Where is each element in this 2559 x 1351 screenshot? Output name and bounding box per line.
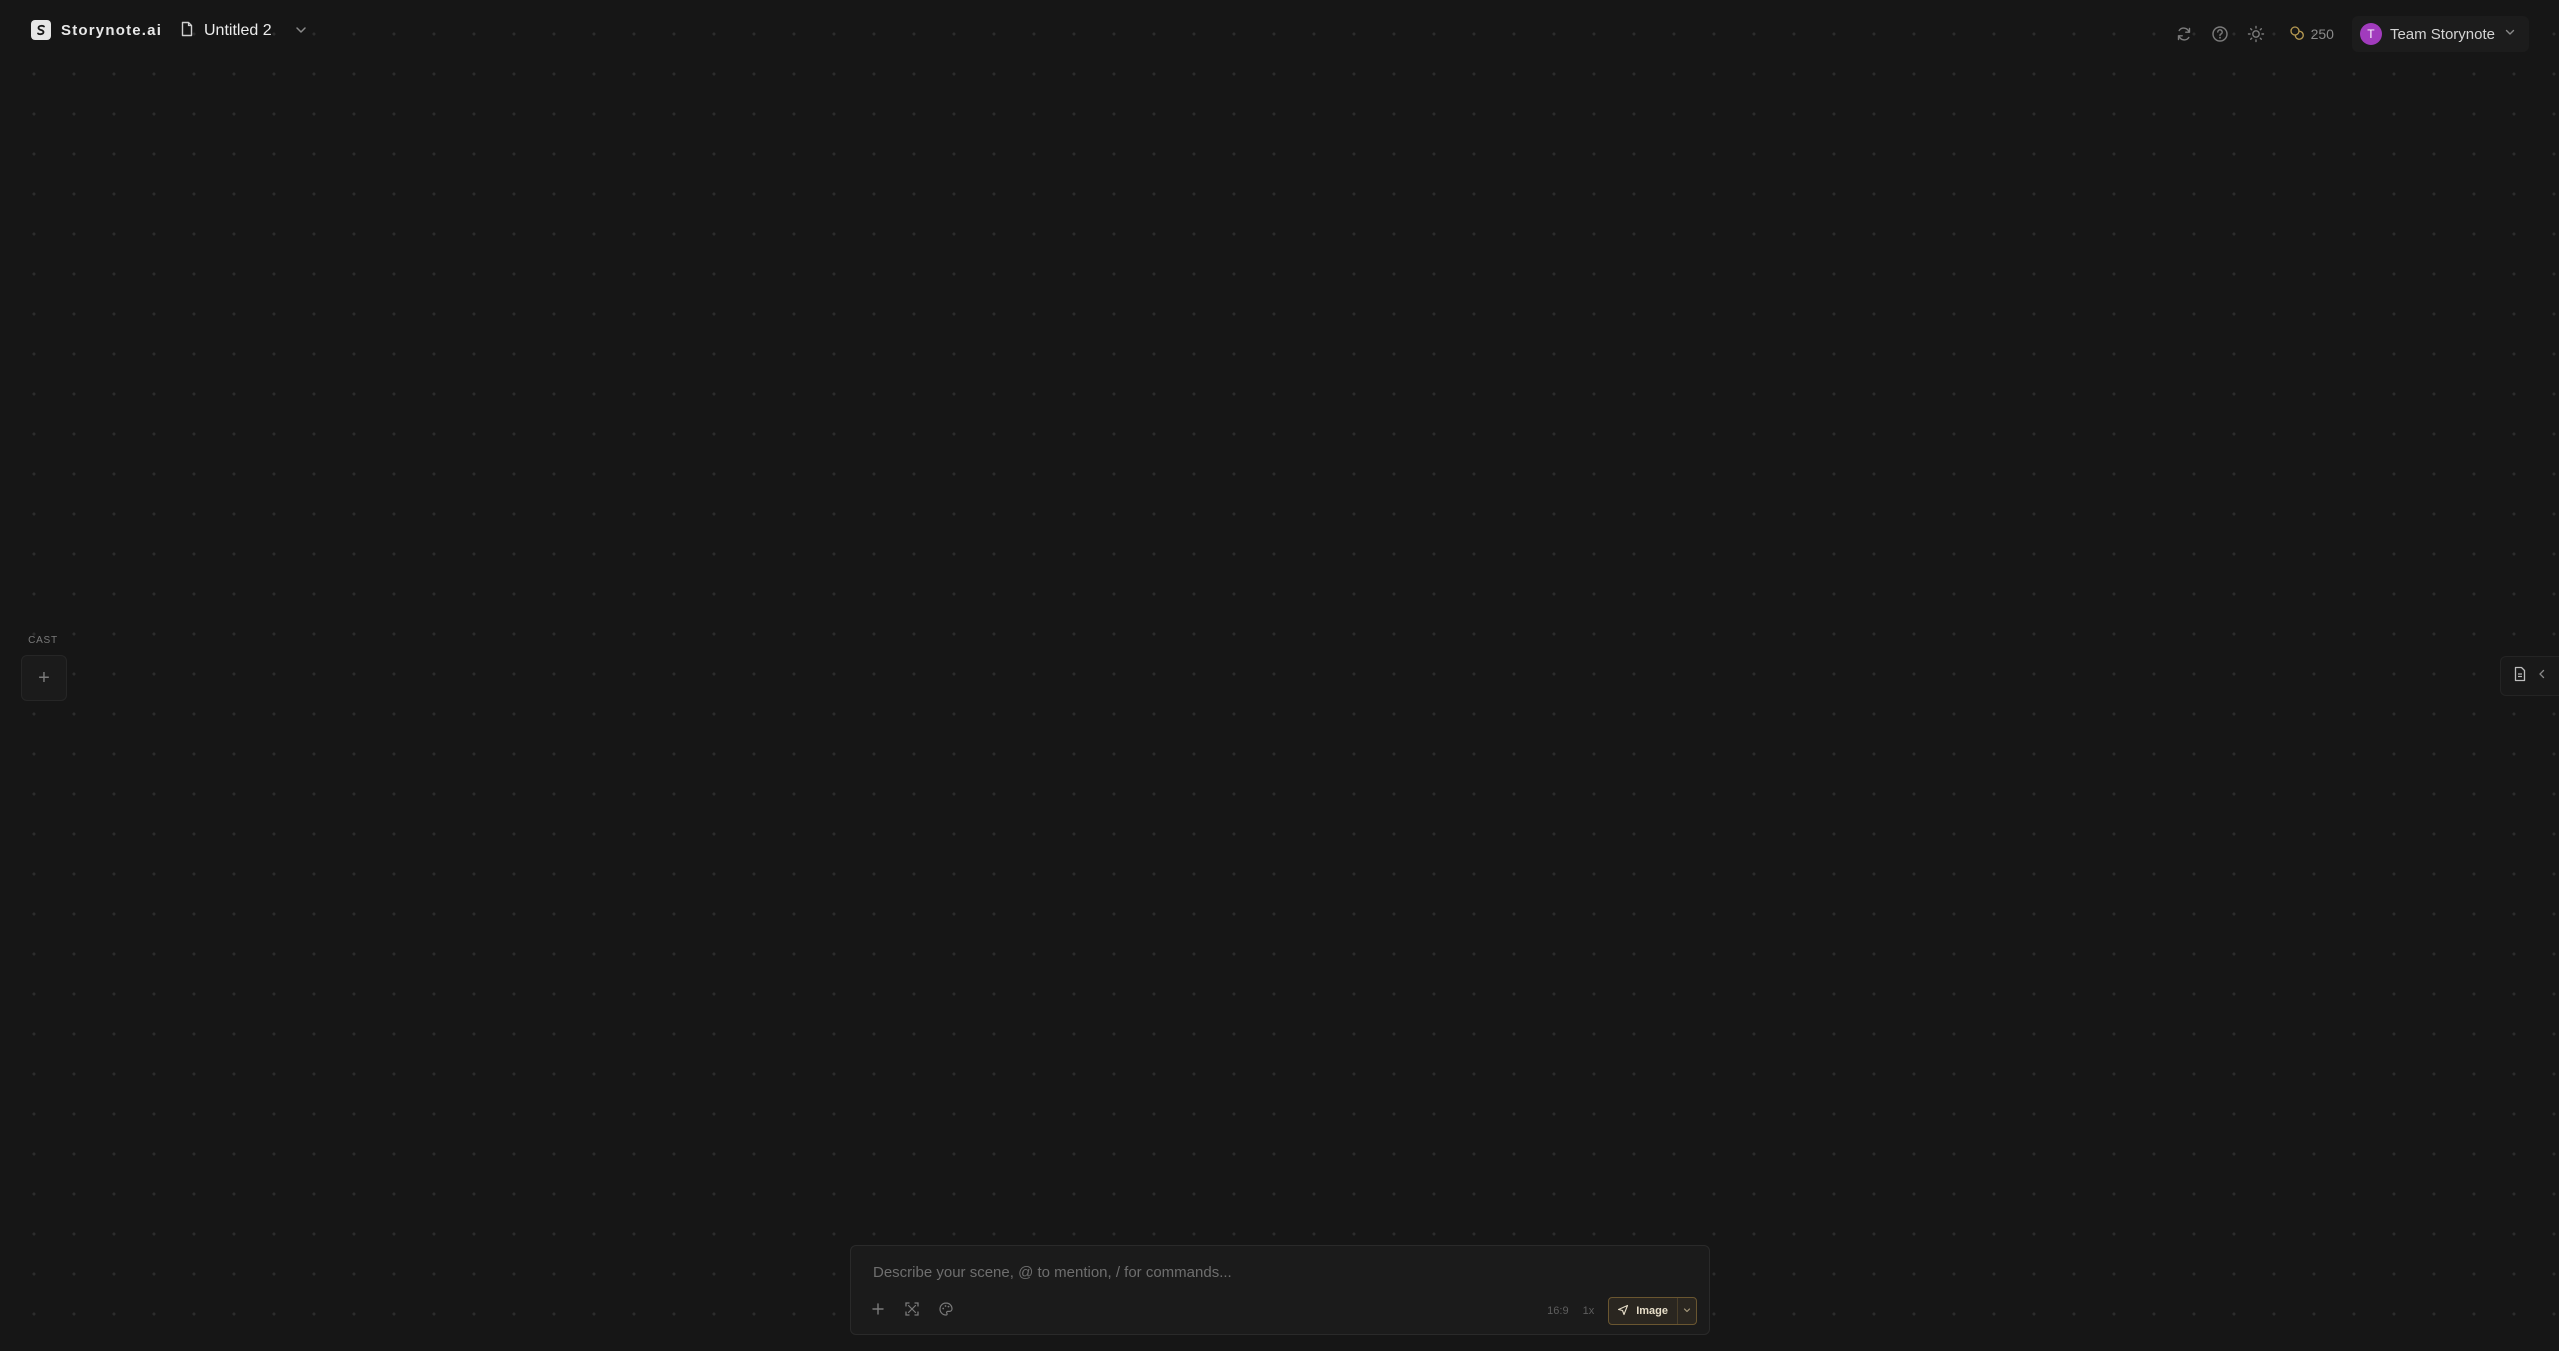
app-logo[interactable]: Storynote.ai: [31, 20, 162, 40]
prompt-toolbar: [867, 1300, 957, 1322]
cast-label: CAST: [28, 635, 58, 646]
chevron-down-icon: [1682, 1305, 1692, 1318]
add-attachment-button[interactable]: [867, 1300, 889, 1322]
chevron-down-icon: [2503, 25, 2517, 44]
aspect-ratio-selector[interactable]: 16:9: [1547, 1305, 1568, 1317]
scene-prompt-input[interactable]: [873, 1260, 1673, 1284]
chevron-left-icon: [2537, 667, 2547, 685]
avatar: T: [2359, 23, 2382, 45]
canvas[interactable]: [0, 0, 2559, 1351]
cast-panel: CAST +: [17, 635, 69, 701]
top-bar: Storynote.ai Untitled 2 250 T Team Story…: [0, 0, 2559, 62]
plus-icon: +: [38, 666, 50, 689]
prompt-generate-controls: 16:9 1x Image: [1547, 1297, 1697, 1325]
camera-framing-button[interactable]: [901, 1300, 923, 1322]
plus-icon: [871, 1302, 885, 1321]
document-icon: [180, 21, 194, 42]
generate-mode-dropdown[interactable]: [1677, 1298, 1696, 1324]
team-switcher-button[interactable]: T Team Storynote: [2351, 16, 2529, 52]
credits-value: 250: [2310, 26, 2334, 42]
style-palette-button[interactable]: [935, 1300, 957, 1322]
generate-image-main[interactable]: Image: [1609, 1298, 1677, 1324]
help-icon[interactable]: [2209, 23, 2231, 45]
theme-sun-icon[interactable]: [2245, 23, 2267, 45]
document-menu-chevron-down-icon[interactable]: [293, 22, 309, 38]
header-actions: 250 T Team Storynote: [2159, 16, 2529, 52]
team-name: Team Storynote: [2389, 25, 2495, 43]
refresh-icon[interactable]: [2173, 23, 2195, 45]
palette-icon: [938, 1301, 954, 1322]
generate-image-button[interactable]: Image: [1608, 1297, 1697, 1325]
credits-counter[interactable]: 250: [2289, 25, 2334, 44]
app-name: Storynote.ai: [61, 21, 163, 39]
right-panel-toggle[interactable]: [2500, 656, 2559, 696]
document-title: Untitled 2: [204, 22, 272, 39]
document-title-button[interactable]: Untitled 2: [180, 19, 272, 43]
focus-frame-icon: [904, 1301, 920, 1322]
add-cast-member-button[interactable]: +: [21, 655, 67, 701]
send-icon: [1617, 1304, 1629, 1319]
image-count-selector[interactable]: 1x: [1583, 1305, 1595, 1317]
scene-prompt-box: 16:9 1x Image: [850, 1245, 1710, 1335]
logo-icon: [31, 20, 51, 40]
generate-image-label: Image: [1636, 1305, 1668, 1317]
credits-icon: [2289, 25, 2305, 44]
document-list-icon: [2513, 666, 2527, 687]
